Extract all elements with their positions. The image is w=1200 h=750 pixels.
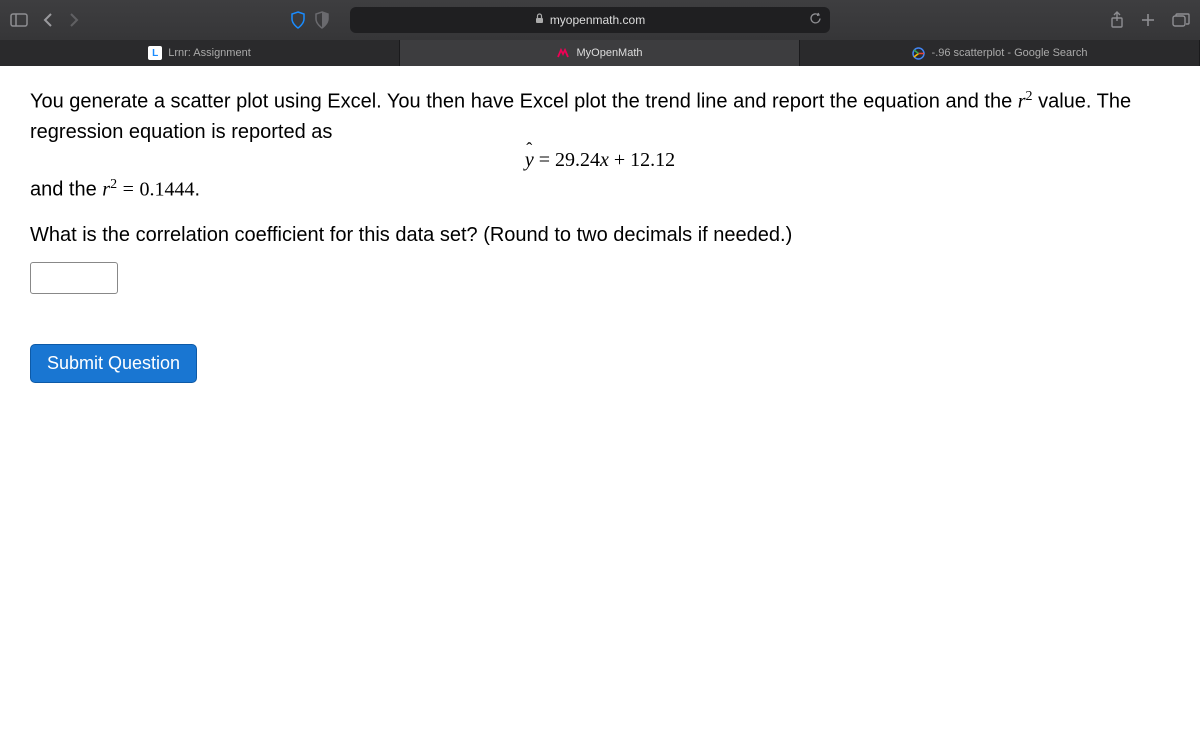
tab-lrnr[interactable]: L Lrnr: Assignment xyxy=(0,40,400,66)
toolbar-left-group xyxy=(10,12,80,28)
exponent-2b: 2 xyxy=(110,177,117,192)
tab-strip: L Lrnr: Assignment MyOpenMath -.96 scatt… xyxy=(0,40,1200,66)
tab-label: Lrnr: Assignment xyxy=(168,47,251,59)
address-text: myopenmath.com xyxy=(550,13,645,27)
equals-2: = xyxy=(123,178,134,200)
shield-half-icon[interactable] xyxy=(314,11,330,29)
privacy-shields xyxy=(290,11,330,29)
period: . xyxy=(195,178,201,200)
r2-value: 0.1444 xyxy=(140,178,195,200)
intro-text-1: You generate a scatter plot using Excel.… xyxy=(30,91,1018,113)
page-content: You generate a scatter plot using Excel.… xyxy=(0,66,1200,403)
forward-button[interactable] xyxy=(68,12,80,28)
answer-input[interactable] xyxy=(30,262,118,294)
r-var-2: r xyxy=(102,178,110,200)
myopenmath-favicon-icon xyxy=(556,46,570,60)
google-favicon-icon xyxy=(912,46,926,60)
r-squared-line: and the r2 = 0.1444. xyxy=(30,174,1170,205)
tab-myopenmath[interactable]: MyOpenMath xyxy=(400,40,800,66)
share-icon[interactable] xyxy=(1110,11,1124,29)
r-var: r xyxy=(1018,91,1026,113)
exponent-2: 2 xyxy=(1026,89,1033,104)
sidebar-toggle-icon[interactable] xyxy=(10,13,28,27)
new-tab-icon[interactable] xyxy=(1140,12,1156,28)
tab-label: MyOpenMath xyxy=(576,47,642,59)
question-text: What is the correlation coefficient for … xyxy=(30,220,1170,250)
reload-icon[interactable] xyxy=(809,12,822,28)
submit-button[interactable]: Submit Question xyxy=(30,344,197,383)
r2-prefix: and the xyxy=(30,178,102,200)
browser-toolbar: myopenmath.com xyxy=(0,0,1200,40)
equals-sign: = xyxy=(539,149,555,171)
lrnr-favicon-icon: L xyxy=(148,46,162,60)
shield-icon[interactable] xyxy=(290,11,306,29)
tab-label: -.96 scatterplot - Google Search xyxy=(932,47,1088,59)
y-hat: y xyxy=(525,149,534,172)
problem-intro: You generate a scatter plot using Excel.… xyxy=(30,86,1170,147)
back-button[interactable] xyxy=(42,12,54,28)
tab-google[interactable]: -.96 scatterplot - Google Search xyxy=(800,40,1200,66)
lock-icon xyxy=(535,13,544,27)
tabs-overview-icon[interactable] xyxy=(1172,13,1190,27)
equation-rhs: 29.24x + 12.12 xyxy=(555,149,675,171)
address-bar[interactable]: myopenmath.com xyxy=(350,7,830,33)
regression-equation: y = 29.24x + 12.12 xyxy=(30,149,1170,172)
toolbar-right-group xyxy=(1110,11,1190,29)
